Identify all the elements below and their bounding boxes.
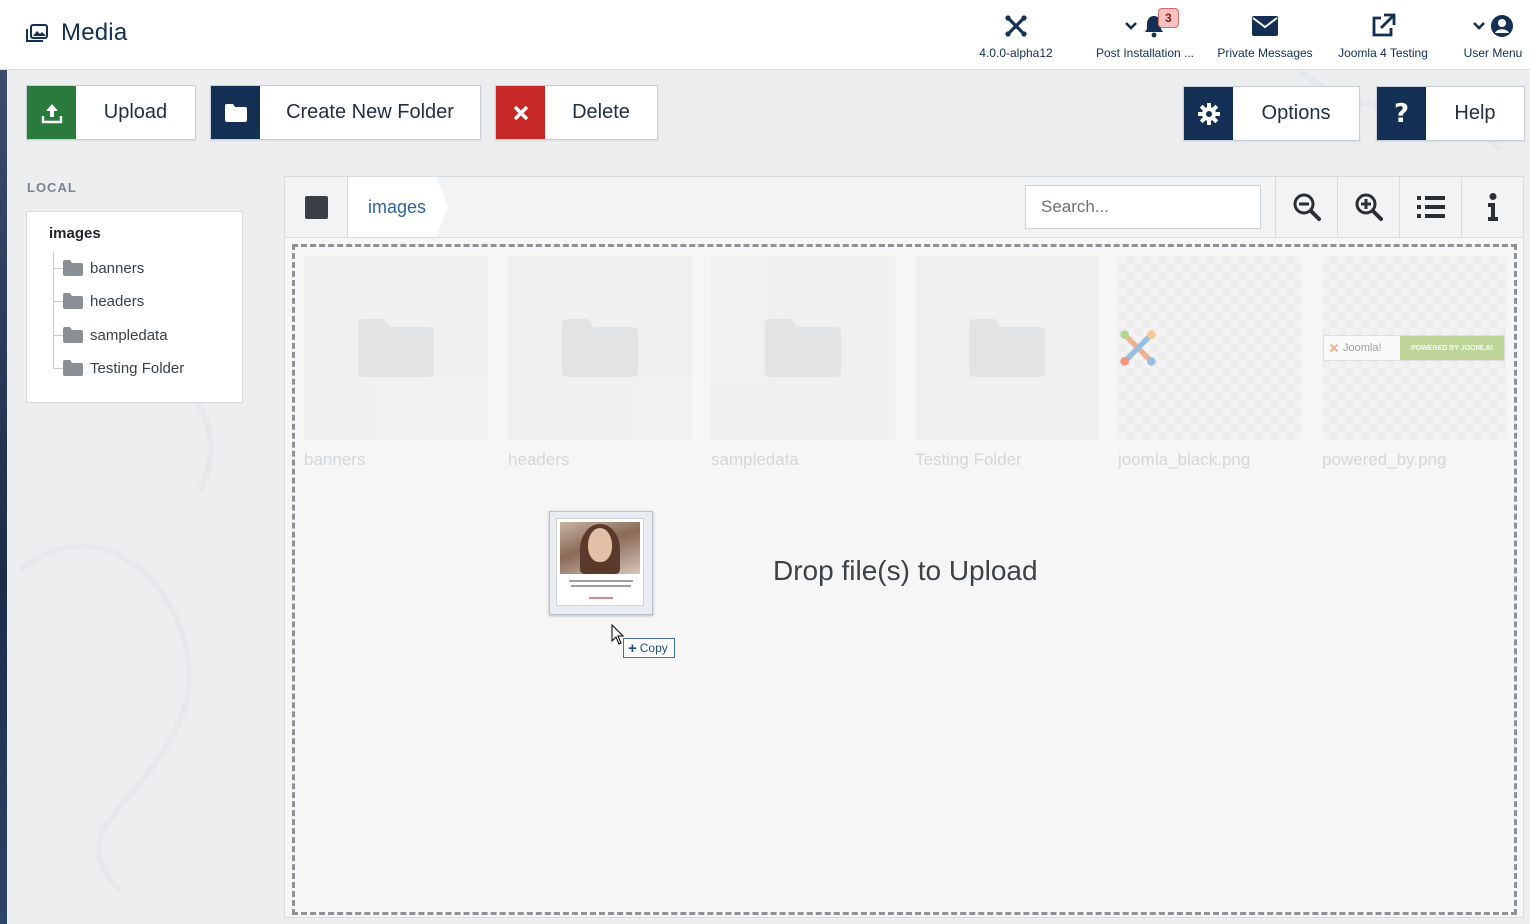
folder-icon [358,319,434,377]
folder-icon [63,327,83,343]
question-icon: ? [1377,87,1426,140]
browser-item-sampledata[interactable]: sampledata [711,256,895,470]
breadcrumb[interactable]: images [348,177,448,237]
notification-badge: 3 [1158,8,1179,28]
select-all-checkbox[interactable] [285,177,348,237]
info-button[interactable] [1461,177,1523,237]
tree-item-label: sampledata [90,326,168,344]
folder-icon [765,319,841,377]
joomla-icon [1005,15,1027,37]
zoom-out-button[interactable] [1275,177,1337,237]
tree-item-banners[interactable]: banners [53,256,144,280]
help-button[interactable]: ? Help [1376,86,1525,141]
list-view-button[interactable] [1399,177,1461,237]
browser-item-headers[interactable]: headers [508,256,692,470]
item-name: sampledata [711,450,799,469]
list-icon [1416,196,1445,218]
plus-icon: + [628,639,637,657]
search-input[interactable] [1025,185,1261,229]
zoom-out-icon [1293,193,1321,221]
powered-by-image: Joomla! POWERED BY JOOMLA! [1323,335,1505,361]
site-label: Joomla 4 Testing [1338,46,1428,60]
joomla-wordmark: Joomla! [1343,342,1382,354]
drag-copy-tooltip: + Copy [623,638,675,658]
tree-root-images[interactable]: images [49,225,101,242]
chevron-down-icon [1473,22,1485,30]
tree-item-sampledata[interactable]: sampledata [53,323,168,347]
tree-item-label: Testing Folder [90,359,185,377]
browser-item-testing-folder[interactable]: Testing Folder [915,256,1099,470]
tree-item-testing-folder[interactable]: Testing Folder [53,356,184,380]
folder-icon [63,360,83,376]
upload-button[interactable]: Upload [26,85,196,140]
browser-item-joomla-black[interactable]: joomla_black.png [1118,256,1302,470]
site-link[interactable]: Joomla 4 Testing [1336,10,1430,64]
top-header: Media 4.0.0-alpha12 3 Post Installation … [0,0,1530,70]
version-link[interactable]: 4.0.0-alpha12 [979,10,1053,64]
create-new-folder-label: Create New Folder [286,101,454,123]
brand: Media [26,19,127,47]
copy-label: Copy [639,641,668,655]
browser-item-powered-by[interactable]: Joomla! POWERED BY JOOMLA! powered_by.pn… [1322,256,1506,470]
item-name: powered_by.png [1322,450,1447,469]
post-installation-label: Post Installation ... [1095,46,1195,60]
media-icon [26,24,48,42]
version-label: 4.0.0-alpha12 [979,46,1053,60]
joomla-logo-image [1120,330,1156,366]
item-name: joomla_black.png [1118,450,1251,469]
tree-item-headers[interactable]: headers [53,289,144,313]
zoom-in-button[interactable] [1337,177,1399,237]
left-edge-strip [0,70,7,924]
tree-item-label: headers [90,292,145,310]
powered-by-text: POWERED BY JOOMLA! [1411,344,1493,352]
folder-icon [63,293,83,309]
item-name: headers [508,450,570,469]
drop-prompt: Drop file(s) to Upload [773,555,1038,586]
private-messages-link[interactable]: Private Messages [1216,10,1314,64]
delete-button[interactable]: Delete [495,85,658,140]
external-link-icon [1372,13,1396,37]
info-icon [1487,193,1498,221]
folder-icon [562,319,638,377]
page-title: Media [61,19,128,46]
user-menu[interactable]: User Menu [1458,10,1528,64]
post-installation-link[interactable]: 3 Post Installation ... [1094,8,1196,64]
folder-icon [63,260,83,276]
zoom-in-icon [1355,193,1383,221]
help-label: Help [1454,102,1496,124]
gear-icon [1184,87,1233,140]
sidebar-heading: LOCAL [27,180,77,195]
upload-label: Upload [103,101,168,123]
folder-tree: images banners headers sampledata Testin… [26,211,243,403]
browser-toolbar: images [285,177,1523,238]
folder-icon [211,86,260,139]
chevron-down-icon [1125,22,1137,30]
delete-label: Delete [572,101,630,123]
item-name: banners [304,450,366,469]
options-button[interactable]: Options [1183,86,1360,141]
item-name: Testing Folder [915,450,1022,469]
media-browser: images Search... banners headers sampled… [284,176,1524,918]
create-new-folder-button[interactable]: Create New Folder [210,85,481,140]
user-menu-label: User Menu [1463,46,1523,60]
dragged-file-preview [549,511,653,615]
folder-icon [969,319,1045,377]
options-label: Options [1261,102,1331,124]
user-circle-icon [1491,15,1513,37]
tree-item-label: banners [90,259,145,277]
upload-icon [27,86,76,139]
browser-item-banners[interactable]: banners [304,256,488,470]
private-messages-label: Private Messages [1217,46,1313,60]
close-icon [496,86,545,139]
envelope-icon [1252,16,1278,36]
